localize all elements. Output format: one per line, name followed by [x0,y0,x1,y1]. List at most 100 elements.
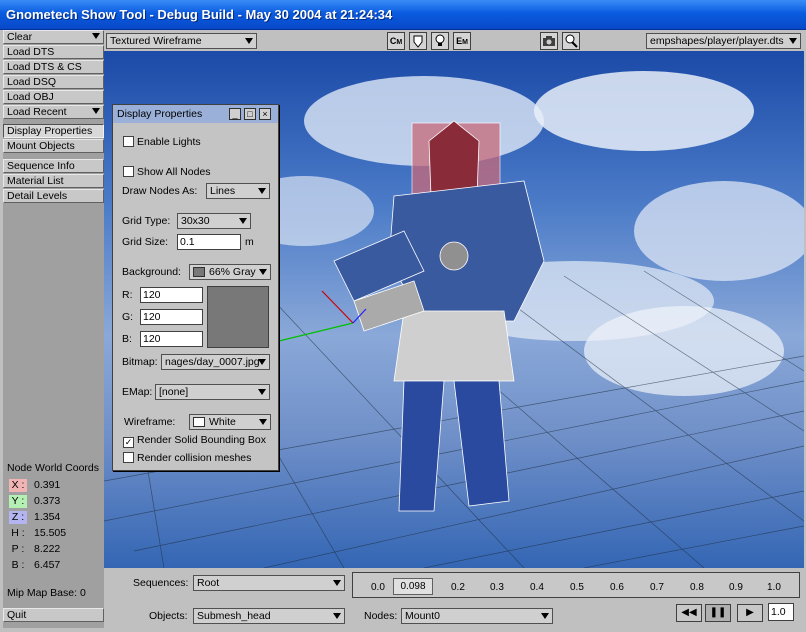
b-field[interactable]: 120 [140,331,203,347]
color-preview-swatch[interactable] [207,286,269,348]
emap-label: EMap: [122,386,153,398]
timeline-tick: 0.2 [451,582,465,593]
coord-p-value: 8.222 [34,543,61,555]
3d-viewport[interactable]: Display Properties _ □ × Enable Lights S… [104,51,804,568]
render-mode-dropdown[interactable]: Textured Wireframe [106,33,257,49]
grid-size-field[interactable]: 0.1 [177,234,241,250]
pause-button[interactable]: ❚❚ [705,604,731,622]
cm-icon[interactable]: CM [387,32,405,50]
show-all-nodes-checkbox[interactable] [123,166,134,177]
coord-x: X : 0.391 [9,479,104,493]
play-button[interactable]: ▶ [737,604,763,622]
chevron-down-icon [541,613,549,619]
timeline-tick: 0.7 [650,582,664,593]
main-frame: Clear Load DTS Load DTS & CS Load DSQ Lo… [0,30,806,632]
background-label: Background: [122,266,181,278]
detail-levels-label: Detail Levels [7,190,68,202]
enable-lights-checkbox[interactable] [123,136,134,147]
chevron-down-icon [258,188,266,194]
coord-p: P : 8.222 [9,543,104,557]
chevron-down-icon [333,580,341,586]
bottom-panel: Sequences: Root Objects: Submesh_head No… [104,568,806,632]
coord-x-label: X : [9,479,27,492]
sequences-value: Root [197,577,220,589]
detail-levels-button[interactable]: Detail Levels [3,189,104,203]
coord-p-label: P : [11,543,25,555]
wireframe-dropdown[interactable]: White [189,414,271,430]
mip-map-base: Mip Map Base: 0 [7,587,86,599]
emap-value: [none] [159,386,189,398]
render-collision-row[interactable]: Render collision meshes [123,452,251,464]
mount-objects-label: Mount Objects [7,140,75,152]
shape-path-dropdown[interactable]: empshapes/player/player.dts [646,33,801,49]
background-value: 66% Gray [209,266,256,278]
objects-dropdown[interactable]: Submesh_head [193,608,345,624]
background-swatch-icon [193,267,205,277]
maximize-icon[interactable]: □ [244,108,256,120]
render-solid-bbox-checkbox[interactable]: ✓ [123,437,134,448]
clear-dropdown[interactable]: Clear [3,30,104,44]
playback-speed-field[interactable]: 1.0 [768,603,794,621]
display-properties-titlebar[interactable]: Display Properties _ □ × [113,105,278,123]
clear-label: Clear [7,31,33,43]
timeline-tick: 0.9 [729,582,743,593]
bitmap-label: Bitmap: [122,356,158,368]
shield-icon[interactable] [409,32,427,50]
left-panel: Clear Load DTS Load DTS & CS Load DSQ Lo… [3,30,104,628]
coord-b: B : 6.457 [9,559,104,573]
nodes-dropdown[interactable]: Mount0 [401,608,553,624]
render-solid-bbox-label: Render Solid Bounding Box [137,434,267,446]
render-solid-bbox-row[interactable]: ✓ Render Solid Bounding Box [123,434,266,448]
chevron-down-icon [259,269,267,275]
sequences-dropdown[interactable]: Root [193,575,345,591]
material-list-label: Material List [7,175,64,187]
bulb-icon[interactable] [431,32,449,50]
chevron-down-icon [259,419,267,425]
g-field[interactable]: 120 [140,309,203,325]
material-list-button[interactable]: Material List [3,174,104,188]
draw-nodes-as-dropdown[interactable]: Lines [206,183,270,199]
minimize-icon[interactable]: _ [229,108,241,120]
render-collision-checkbox[interactable] [123,452,134,463]
load-dts-cs-button[interactable]: Load DTS & CS [3,60,104,74]
grid-size-label: Grid Size: [122,236,169,248]
coord-y-value: 0.373 [34,495,61,507]
chevron-down-icon [258,389,266,395]
show-all-nodes-row[interactable]: Show All Nodes [123,166,211,178]
title-bar: Gnometech Show Tool - Debug Build - May … [0,0,806,30]
load-dsq-button[interactable]: Load DSQ [3,75,104,89]
wireframe-swatch-icon [193,417,205,427]
sequence-info-button[interactable]: Sequence Info [3,159,104,173]
rewind-button[interactable]: ◀◀ [676,604,702,622]
load-dts-button[interactable]: Load DTS [3,45,104,59]
coord-y: Y : 0.373 [9,495,104,509]
timeline-current-time[interactable]: 0.098 [393,578,433,595]
em-icon[interactable]: EM [453,32,471,50]
chevron-down-icon [92,33,100,39]
emap-dropdown[interactable]: [none] [155,384,270,400]
coord-h-label: H : [11,527,25,539]
display-properties-button[interactable]: Display Properties [3,124,104,138]
quit-button[interactable]: Quit [3,608,104,622]
close-icon[interactable]: × [259,108,271,120]
coord-h: H : 15.505 [9,527,104,541]
timeline-tick: 1.0 [767,582,781,593]
grid-type-dropdown[interactable]: 30x30 [177,213,251,229]
load-recent-dropdown[interactable]: Load Recent [3,105,104,119]
show-all-nodes-label: Show All Nodes [137,166,211,178]
timeline-tick: 0.5 [570,582,584,593]
render-collision-label: Render collision meshes [137,452,252,464]
camera-icon[interactable] [540,32,558,50]
load-dts-cs-label: Load DTS & CS [7,61,82,73]
chevron-down-icon [333,613,341,619]
chevron-down-icon [239,218,247,224]
mount-objects-button[interactable]: Mount Objects [3,139,104,153]
enable-lights-row[interactable]: Enable Lights [123,136,201,148]
bitmap-dropdown[interactable]: nages/day_0007.jpg [161,354,270,370]
bulb-cursor-icon[interactable] [562,32,580,50]
timeline-tick: 0.0 [371,582,385,593]
r-field[interactable]: 120 [140,287,203,303]
timeline-slider[interactable]: 0.0 0.098 0.2 0.3 0.4 0.5 0.6 0.7 0.8 0.… [352,572,800,598]
background-dropdown[interactable]: 66% Gray [189,264,271,280]
load-obj-button[interactable]: Load OBJ [3,90,104,104]
